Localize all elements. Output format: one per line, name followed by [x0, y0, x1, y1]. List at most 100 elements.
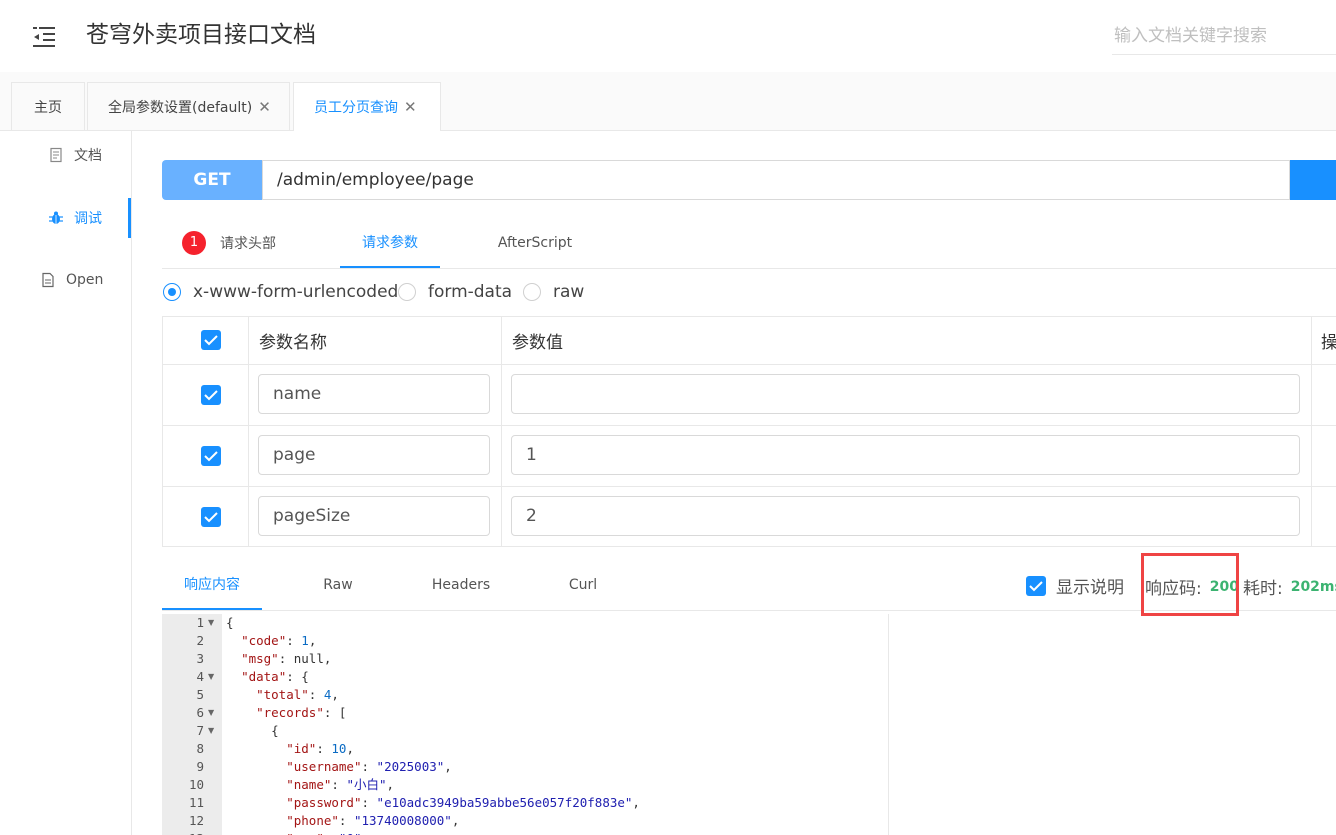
line-number: 13	[162, 830, 204, 835]
close-icon[interactable]: ✕	[258, 98, 271, 116]
line-number: 10	[188, 777, 204, 792]
tab-request-params[interactable]: 请求参数	[340, 218, 440, 268]
column-header-action: 操	[1321, 333, 1336, 353]
params-table: 参数名称 参数值 操	[162, 316, 1336, 547]
http-method-badge[interactable]: GET	[162, 160, 262, 200]
radio-label: raw	[553, 282, 585, 302]
line-number: 1	[196, 615, 204, 630]
show-description-toggle[interactable]: 显示说明	[1026, 573, 1124, 598]
radio-circle[interactable]	[398, 283, 416, 301]
sidebar-item-open[interactable]: Open	[0, 260, 131, 300]
radio-label: form-data	[428, 282, 513, 302]
search-input[interactable]	[1112, 18, 1336, 55]
line-number: 3	[196, 651, 204, 666]
sidebar-item-label: 调试	[74, 211, 102, 227]
tab-response-headers[interactable]: Headers	[411, 560, 511, 609]
fold-arrow-icon[interactable]: ▼	[208, 668, 214, 686]
elapsed-time-value: 202ms	[1290, 578, 1336, 595]
header-count-badge: 1	[182, 230, 206, 255]
tab-employee-page[interactable]: 员工分页查询 ✕	[293, 82, 441, 131]
page-title: 苍穹外卖项目接口文档	[86, 22, 316, 48]
tab-label: AfterScript	[497, 234, 573, 251]
request-tabs: 1 请求头部 请求参数 AfterScript	[162, 218, 1336, 269]
sidebar-item-label: Open	[66, 272, 104, 288]
line-number: 12	[188, 813, 204, 828]
select-all-checkbox[interactable]	[201, 330, 221, 350]
radio-circle[interactable]	[163, 283, 181, 301]
code-line: "data": {	[241, 669, 309, 684]
tab-label: 请求头部	[220, 235, 276, 252]
param-value-input[interactable]	[511, 374, 1300, 414]
column-header-value: 参数值	[512, 333, 563, 353]
tab-response-curl[interactable]: Curl	[533, 560, 633, 609]
send-button[interactable]	[1290, 160, 1336, 200]
elapsed-time-label: 耗时:	[1242, 579, 1283, 599]
line-number: 4	[196, 669, 204, 684]
code-line: "code": 1,	[241, 633, 317, 648]
tab-label: Headers	[431, 576, 491, 593]
fold-arrow-icon[interactable]: ▼	[208, 722, 214, 740]
radio-raw[interactable]: raw	[523, 282, 584, 302]
bug-icon	[49, 211, 63, 224]
fold-arrow-icon[interactable]: ▼	[208, 704, 214, 722]
tab-label: Curl	[568, 576, 598, 593]
response-code-editor[interactable]: 1 2 3 4 5 6 7 8 9 10 11 12 13 ▼ ▼ ▼ ▼ { …	[162, 614, 889, 835]
file-icon	[42, 272, 54, 288]
param-value-input[interactable]	[511, 496, 1300, 536]
param-checkbox[interactable]	[201, 385, 221, 405]
code-line: "sex": "0",	[226, 830, 369, 835]
tab-label: Raw	[323, 576, 353, 593]
tab-label: 全局参数设置(default)	[108, 99, 253, 116]
line-number: 5	[196, 687, 204, 702]
code-line: "msg": null,	[241, 651, 332, 666]
close-icon[interactable]: ✕	[404, 98, 417, 116]
line-number: 9	[196, 759, 204, 774]
fold-arrow-icon[interactable]: ▼	[208, 614, 214, 632]
code-line: "password": "e10adc3949ba59abbe56e057f20…	[286, 795, 640, 810]
tab-label: 主页	[34, 99, 62, 116]
tab-request-headers[interactable]: 1 请求头部	[182, 218, 302, 267]
code-line: {	[226, 723, 279, 738]
tab-home[interactable]: 主页	[11, 82, 85, 130]
radio-label: x-www-form-urlencoded	[193, 282, 399, 302]
menu-fold-icon[interactable]	[30, 24, 56, 48]
url-input[interactable]	[262, 160, 1290, 200]
code-line: "phone": "13740008000",	[286, 813, 460, 828]
code-line: "id": 10,	[286, 741, 354, 756]
line-number: 8	[196, 741, 204, 756]
show-description-label: 显示说明	[1056, 578, 1124, 598]
radio-urlencoded[interactable]: x-www-form-urlencoded	[163, 282, 398, 302]
tab-label: 员工分页查询	[314, 100, 398, 116]
code-line: "username": "2025003",	[286, 759, 452, 774]
radio-circle[interactable]	[523, 283, 541, 301]
param-name-input[interactable]	[258, 435, 490, 475]
tab-afterscript[interactable]: AfterScript	[485, 218, 585, 267]
radio-form-data[interactable]: form-data	[398, 282, 512, 302]
sidebar-item-doc[interactable]: 文档	[0, 135, 131, 175]
param-name-input[interactable]	[258, 374, 490, 414]
sidebar-item-label: 文档	[74, 148, 102, 164]
document-icon	[50, 147, 62, 163]
code-line: "name": "小白",	[286, 777, 395, 792]
tab-global-params[interactable]: 全局参数设置(default) ✕	[87, 82, 290, 130]
tab-label: 请求参数	[362, 235, 418, 251]
tab-response-raw[interactable]: Raw	[288, 560, 388, 609]
param-checkbox[interactable]	[201, 507, 221, 527]
param-value-input[interactable]	[511, 435, 1300, 475]
param-name-input[interactable]	[258, 496, 490, 536]
line-number: 7	[196, 723, 204, 738]
column-header-name: 参数名称	[259, 333, 327, 353]
line-number: 11	[188, 795, 204, 810]
tab-label: 响应内容	[184, 577, 240, 593]
code-line: "records": [	[256, 705, 347, 720]
code-line: {	[226, 615, 234, 630]
show-description-checkbox[interactable]	[1026, 575, 1046, 596]
line-number: 2	[196, 633, 204, 648]
status-highlight-box	[1141, 553, 1239, 616]
line-number: 6	[196, 705, 204, 720]
param-checkbox[interactable]	[201, 446, 221, 466]
code-line: "total": 4,	[256, 687, 339, 702]
tab-response-content[interactable]: 响应内容	[162, 560, 262, 610]
sidebar-item-debug[interactable]: 调试	[0, 198, 131, 238]
sidebar: 文档 调试 Open	[0, 131, 132, 835]
